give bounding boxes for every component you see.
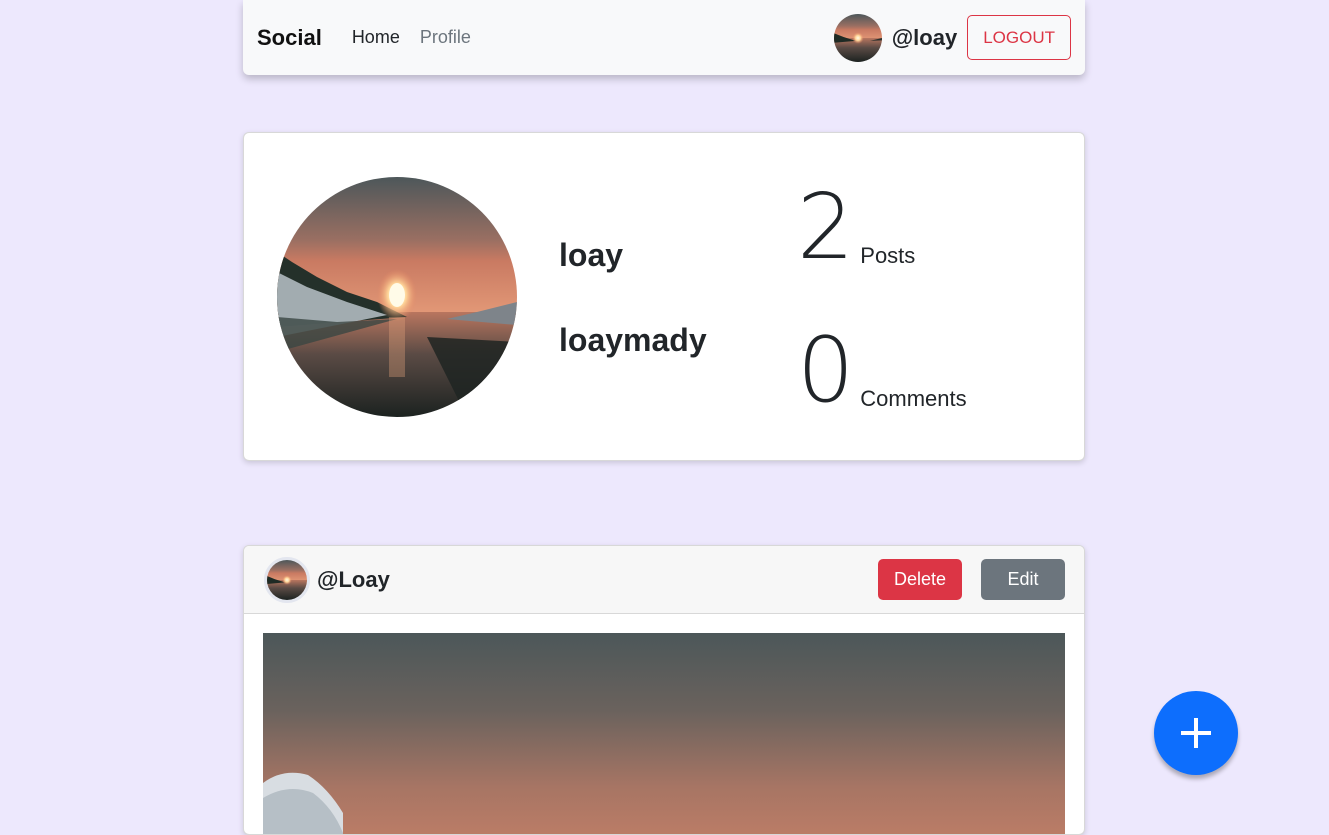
plus-icon: [1181, 718, 1211, 748]
posts-label: Posts: [860, 243, 916, 268]
posts-stat: 2 Posts: [797, 183, 915, 273]
brand-logo[interactable]: Social: [257, 25, 322, 51]
post-card: @Loay Delete Edit: [243, 545, 1085, 835]
post-image-picture: [263, 633, 1065, 834]
logout-button[interactable]: LOGOUT: [967, 15, 1071, 60]
post-author-avatar[interactable]: [264, 556, 310, 603]
post-header: @Loay Delete Edit: [244, 546, 1084, 614]
posts-count: 2: [797, 175, 854, 280]
avatar-image: [833, 13, 882, 62]
comments-count: 0: [797, 318, 854, 423]
post-author-avatar-image: [267, 559, 307, 600]
comments-stat: 0 Comments: [797, 326, 967, 416]
profile-avatar-image: [277, 177, 517, 417]
profile-card: loay loaymady 2 Posts 0 Comments: [243, 132, 1085, 461]
nav-link-profile[interactable]: Profile: [420, 27, 471, 48]
profile-avatar: [277, 177, 517, 417]
post-actions: Delete Edit: [878, 559, 1065, 600]
nav-user-area: @loay LOGOUT: [833, 13, 1071, 62]
navbar: Social Home Profile @loay LOGOUT: [243, 0, 1085, 75]
profile-name: loay: [559, 237, 624, 273]
post-image[interactable]: [263, 633, 1065, 834]
current-username[interactable]: @loay: [892, 25, 957, 51]
nav-link-home[interactable]: Home: [352, 27, 400, 48]
edit-button[interactable]: Edit: [981, 559, 1065, 600]
delete-button[interactable]: Delete: [878, 559, 962, 600]
post-author-name[interactable]: @Loay: [317, 567, 390, 593]
avatar[interactable]: [833, 13, 882, 62]
add-post-button[interactable]: [1154, 691, 1238, 775]
comments-label: Comments: [860, 386, 967, 411]
profile-username: loaymady: [559, 322, 707, 358]
